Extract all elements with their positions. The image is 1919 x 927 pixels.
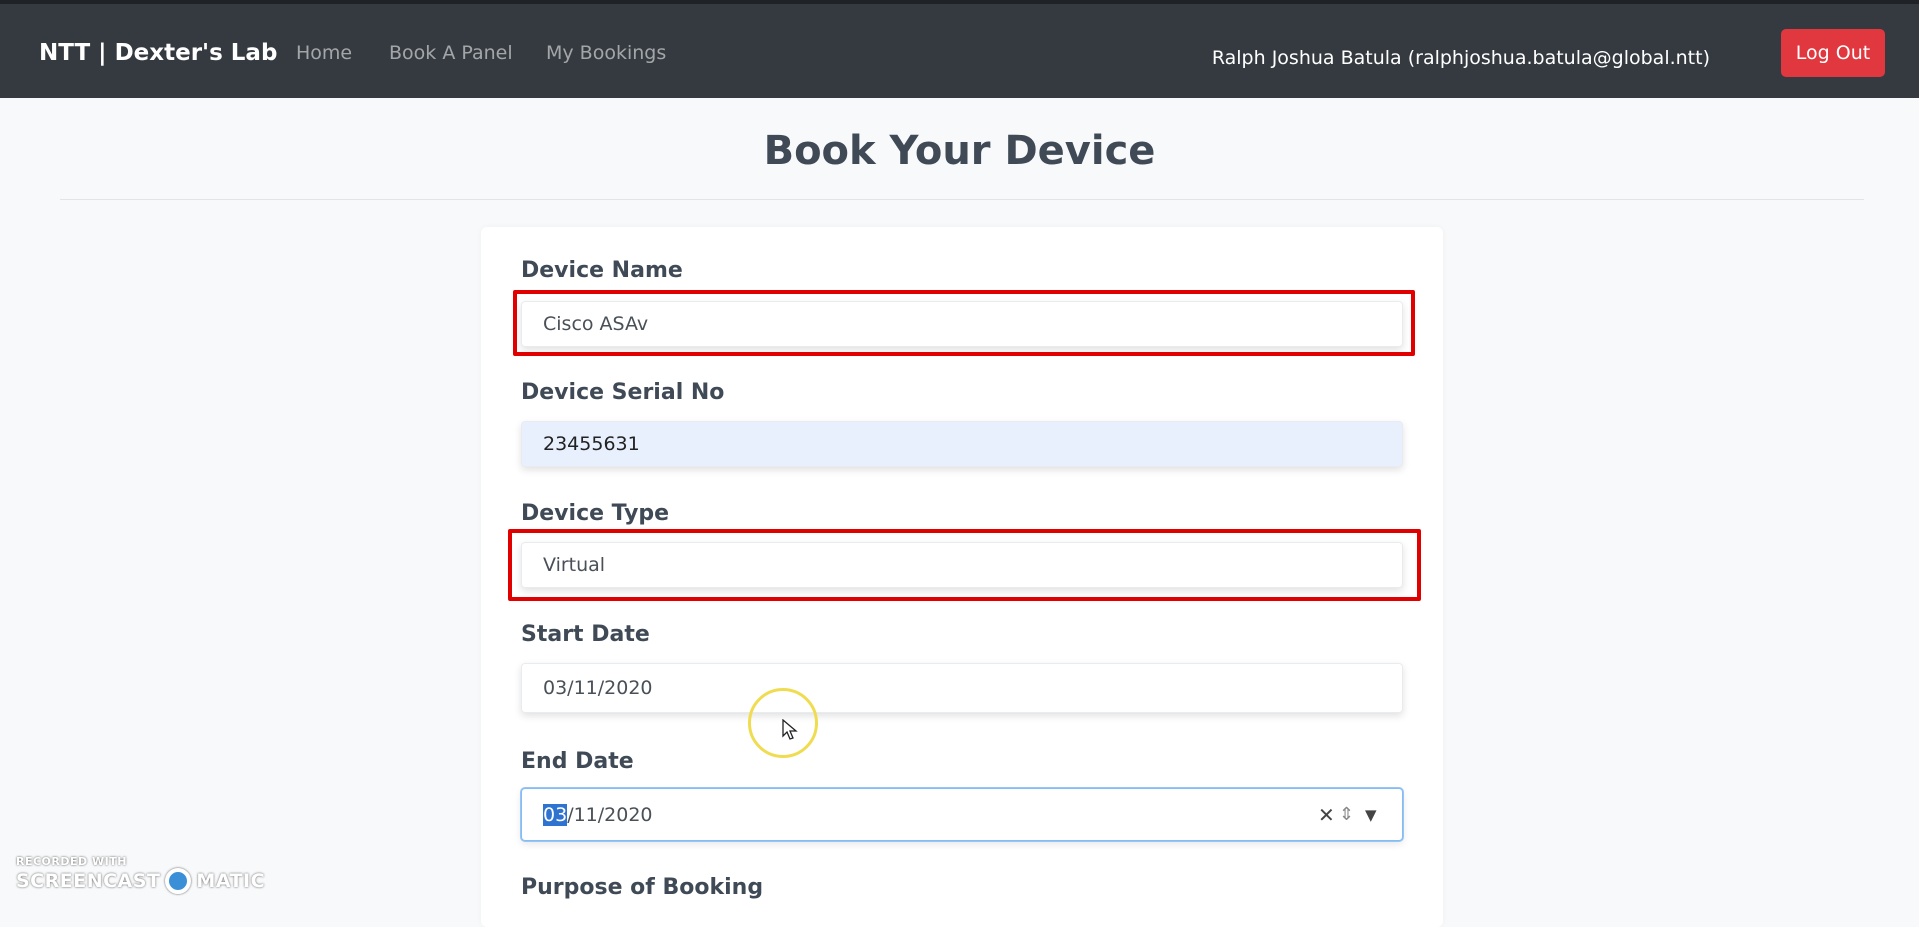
watermark-line1: RECORDED WITH [16, 855, 127, 868]
device-serial-field[interactable]: 23455631 [521, 421, 1403, 467]
device-name-label: Device Name [521, 258, 683, 283]
highlight-box-device-type [508, 529, 1421, 601]
page-title: Book Your Device [763, 128, 1156, 174]
end-date-label: End Date [521, 749, 634, 774]
screencast-watermark: RECORDED WITH SCREENCAST MATIC [16, 855, 265, 894]
navbar: NTT | Dexter's Lab Home Book A Panel My … [0, 4, 1919, 98]
device-type-label: Device Type [521, 501, 670, 526]
record-icon [165, 868, 192, 894]
watermark-matic: MATIC [196, 870, 266, 892]
mouse-cursor-icon [782, 719, 798, 740]
title-divider [60, 199, 1864, 200]
device-serial-label: Device Serial No [521, 380, 725, 405]
purpose-label: Purpose of Booking [521, 875, 764, 900]
start-date-label: Start Date [521, 622, 650, 647]
end-date-field[interactable]: 03/11/2020 ✕ ⇕ ▼ [521, 788, 1403, 841]
highlight-box-device-name [513, 290, 1415, 356]
brand-logo[interactable]: NTT | Dexter's Lab [39, 40, 277, 66]
nav-book-a-panel[interactable]: Book A Panel [389, 42, 513, 64]
user-info: Ralph Joshua Batula (ralphjoshua.batula@… [1211, 47, 1710, 69]
chevron-down-icon[interactable]: ▼ [1365, 789, 1377, 840]
watermark-screencast: SCREENCAST [16, 870, 161, 892]
nav-my-bookings[interactable]: My Bookings [546, 42, 666, 64]
end-date-rest[interactable]: /11/2020 [567, 804, 652, 826]
spinner-icon[interactable]: ⇕ [1339, 789, 1354, 840]
nav-home[interactable]: Home [296, 42, 352, 64]
clear-icon[interactable]: ✕ [1318, 789, 1335, 840]
start-date-field[interactable]: 03/11/2020 [521, 663, 1403, 713]
end-date-month-segment[interactable]: 03 [543, 803, 568, 826]
logout-button[interactable]: Log Out [1781, 29, 1885, 77]
